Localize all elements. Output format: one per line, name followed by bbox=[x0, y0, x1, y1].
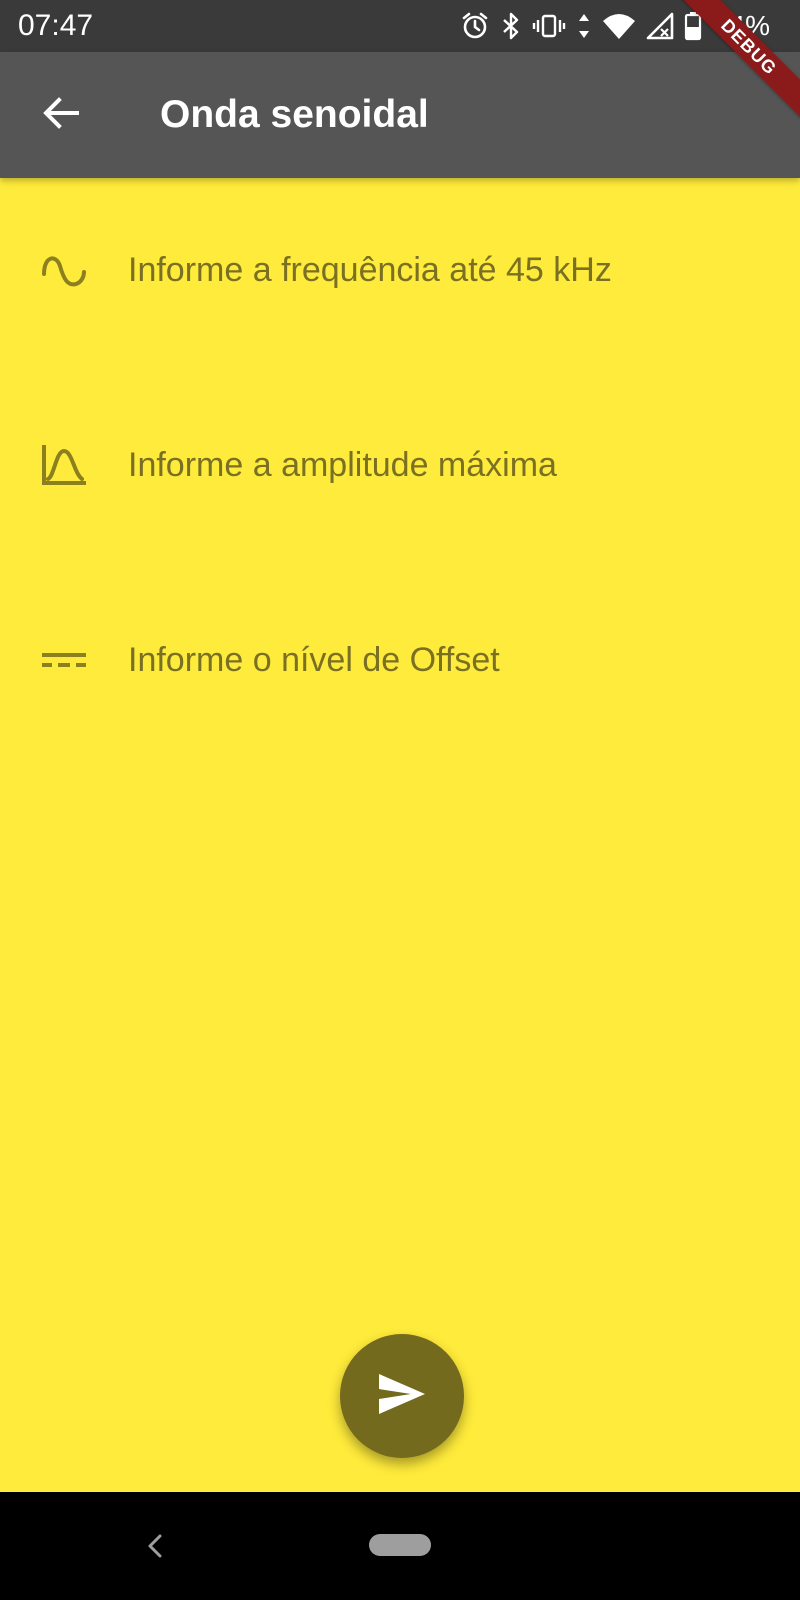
offset-placeholder: Informe o nível de Offset bbox=[128, 641, 500, 679]
status-icons: 44% bbox=[460, 9, 770, 43]
send-button[interactable] bbox=[340, 1334, 464, 1458]
data-arrows-icon bbox=[576, 11, 592, 41]
signal-no-service-icon bbox=[646, 11, 674, 41]
amplitude-field[interactable]: Informe a amplitude máxima bbox=[0, 420, 800, 510]
app-bar: Onda senoidal bbox=[0, 52, 800, 178]
arrow-back-icon bbox=[41, 93, 81, 138]
frequency-field[interactable]: Informe a frequência até 45 kHz bbox=[0, 225, 800, 315]
frequency-placeholder: Informe a frequência até 45 kHz bbox=[128, 251, 612, 289]
amplitude-curve-icon bbox=[38, 442, 90, 488]
sine-wave-icon bbox=[38, 247, 90, 293]
screen: 07:47 44% DEBUG Onda senoidal Informe a … bbox=[0, 0, 800, 1600]
dc-offset-icon bbox=[38, 637, 90, 683]
battery-percent: 44% bbox=[713, 10, 770, 41]
vibrate-icon bbox=[532, 11, 566, 41]
amplitude-placeholder: Informe a amplitude máxima bbox=[128, 446, 557, 484]
back-button[interactable] bbox=[30, 84, 92, 146]
nav-home-pill[interactable] bbox=[369, 1534, 431, 1556]
nav-back-icon[interactable] bbox=[138, 1528, 174, 1564]
bluetooth-icon bbox=[500, 11, 522, 41]
send-icon bbox=[377, 1372, 427, 1421]
status-time: 07:47 bbox=[18, 9, 94, 42]
status-bar: 07:47 44% bbox=[0, 0, 800, 52]
system-nav-bar bbox=[0, 1492, 800, 1600]
offset-field[interactable]: Informe o nível de Offset bbox=[0, 615, 800, 705]
page-title: Onda senoidal bbox=[160, 93, 429, 136]
wifi-icon bbox=[602, 11, 636, 41]
battery-icon bbox=[684, 11, 702, 41]
alarm-icon bbox=[460, 11, 490, 41]
